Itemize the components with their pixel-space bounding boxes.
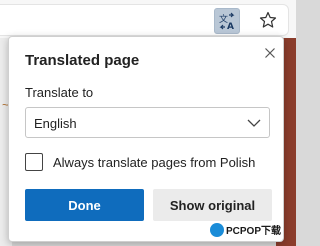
star-outline-icon: [259, 11, 277, 28]
translate-button[interactable]: 文 A: [214, 8, 240, 34]
close-button[interactable]: [262, 45, 278, 61]
watermark: PCPOP下载: [210, 222, 281, 237]
always-translate-option[interactable]: Always translate pages from Polish: [25, 153, 275, 173]
watermark-text: PCPOP下载: [226, 226, 282, 237]
translate-to-label: Translate to: [25, 85, 94, 100]
close-icon: [265, 48, 275, 58]
browser-toolbar: 文 A: [0, 0, 296, 39]
always-translate-label: Always translate pages from Polish: [53, 155, 256, 170]
chevron-down-icon: [247, 119, 261, 127]
translate-popup: Translated page Translate to English Alw…: [8, 36, 284, 242]
add-favorite-button[interactable]: [256, 8, 280, 32]
watermark-logo-icon: [210, 222, 224, 237]
language-select-value: English: [34, 116, 77, 131]
language-select[interactable]: English: [25, 107, 270, 138]
show-original-button[interactable]: Show original: [153, 189, 272, 221]
always-translate-checkbox[interactable]: [25, 153, 43, 171]
translate-icon: 文 A: [219, 12, 235, 30]
done-button[interactable]: Done: [25, 189, 144, 221]
svg-text:A: A: [227, 22, 234, 30]
address-bar[interactable]: [0, 4, 289, 36]
popup-title: Translated page: [25, 52, 140, 69]
